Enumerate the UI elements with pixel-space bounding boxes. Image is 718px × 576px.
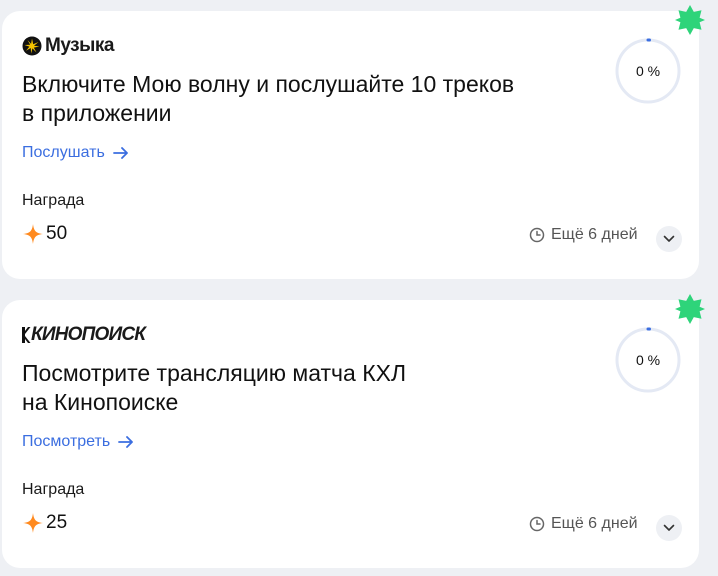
watch-action-link[interactable]: Посмотреть	[22, 433, 134, 451]
reward-value: 50	[46, 223, 68, 244]
task-title-line: на Кинопоиске	[22, 389, 179, 415]
expand-button[interactable]	[656, 226, 682, 252]
deadline: Ещё 6 дней	[529, 226, 638, 244]
task-card-music: Музыка Включите Мою волну и послушайте 1…	[2, 11, 699, 279]
clock-icon	[529, 227, 545, 243]
action-label: Послушать	[22, 144, 105, 161]
progress-percent: 0 %	[635, 352, 661, 368]
reward-value: 25	[46, 512, 68, 533]
reward-label: Награда	[22, 481, 85, 498]
chevron-down-icon	[663, 235, 675, 242]
service-logo-music: Музыка	[22, 35, 114, 57]
reward: 50	[22, 223, 67, 245]
task-title-line: Включите Мою волну и послушайте 10 треко…	[22, 71, 515, 97]
reward-star-icon	[23, 513, 43, 533]
clock-icon	[529, 516, 545, 532]
reward: 25	[22, 512, 67, 534]
deadline-text: Ещё 6 дней	[551, 226, 638, 243]
progress-ring: 0 %	[614, 326, 682, 394]
progress-percent: 0 %	[635, 63, 661, 79]
task-title-line: в приложении	[22, 100, 172, 126]
action-label: Посмотреть	[22, 433, 111, 450]
expand-button[interactable]	[656, 515, 682, 541]
reward-label: Награда	[22, 192, 85, 209]
kinopoisk-logo-icon	[22, 327, 31, 343]
task-card-kinopoisk: КИНОПОИСК Посмотрите трансляцию матча КХ…	[2, 300, 699, 568]
arrow-right-icon	[118, 436, 134, 448]
service-name: КИНОПОИСК	[31, 324, 146, 345]
chevron-down-icon	[663, 524, 675, 531]
reward-star-icon	[23, 224, 43, 244]
arrow-right-icon	[112, 147, 128, 159]
tasks-feed: Музыка Включите Мою волну и послушайте 1…	[0, 0, 718, 576]
music-logo-icon	[22, 36, 42, 56]
service-logo-kinopoisk: КИНОПОИСК	[22, 324, 146, 346]
star-badge-icon	[675, 5, 705, 35]
task-title-line: Посмотрите трансляцию матча КХЛ	[22, 360, 407, 386]
deadline-text: Ещё 6 дней	[551, 515, 638, 532]
deadline: Ещё 6 дней	[529, 515, 638, 533]
task-title: Посмотрите трансляцию матча КХЛ на Киноп…	[22, 359, 582, 417]
task-title: Включите Мою волну и послушайте 10 треко…	[22, 70, 582, 128]
star-badge-icon	[675, 294, 705, 324]
progress-ring: 0 %	[614, 37, 682, 105]
service-name: Музыка	[45, 35, 114, 56]
listen-action-link[interactable]: Послушать	[22, 144, 129, 162]
